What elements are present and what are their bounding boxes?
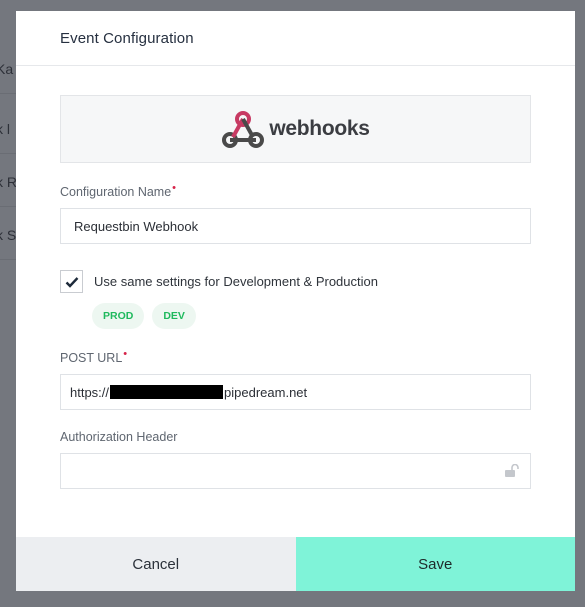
modal-footer: Cancel Save: [16, 537, 575, 591]
configuration-name-label: Configuration Name•: [60, 182, 177, 199]
redacted-block: [110, 385, 224, 399]
same-settings-checkbox[interactable]: [60, 270, 83, 293]
webhooks-logo-text: webhooks: [269, 117, 370, 140]
modal-title: Event Configuration: [60, 29, 194, 47]
env-tag-prod[interactable]: PROD: [92, 303, 145, 329]
post-url-input[interactable]: https:// pipedream.net: [60, 374, 531, 410]
env-tag-dev[interactable]: DEV: [152, 303, 196, 329]
required-marker: •: [123, 348, 128, 360]
integration-logo-box: webhooks: [60, 95, 531, 163]
post-url-prefix: https://: [70, 384, 110, 400]
webhook-logo-icon: [222, 111, 265, 148]
post-url-label-text: POST URL: [60, 351, 123, 365]
checkmark-icon: [65, 276, 78, 288]
authorization-header-label: Authorization Header: [60, 430, 178, 444]
required-marker: •: [172, 182, 177, 194]
environment-tags: PROD DEV: [92, 303, 531, 329]
save-button[interactable]: Save: [295, 537, 575, 591]
configuration-name-label-text: Configuration Name: [60, 185, 172, 199]
post-url-label: POST URL•: [60, 348, 128, 365]
same-settings-row: Use same settings for Development & Prod…: [60, 270, 531, 293]
modal-header: Event Configuration: [16, 11, 575, 66]
cancel-button[interactable]: Cancel: [16, 537, 296, 591]
configuration-name-value: Requestbin Webhook: [74, 218, 199, 234]
modal-body: webhooks Configuration Name• Requestbin …: [16, 66, 575, 537]
event-configuration-modal: Event Configuration webhooks Configurati…: [16, 11, 575, 591]
webhooks-logo: webhooks: [221, 109, 370, 149]
lock-icon: [505, 464, 519, 477]
post-url-suffix: pipedream.net: [224, 384, 308, 400]
same-settings-label: Use same settings for Development & Prod…: [94, 274, 378, 289]
configuration-name-input[interactable]: Requestbin Webhook: [60, 208, 531, 244]
authorization-header-input[interactable]: [60, 453, 531, 489]
